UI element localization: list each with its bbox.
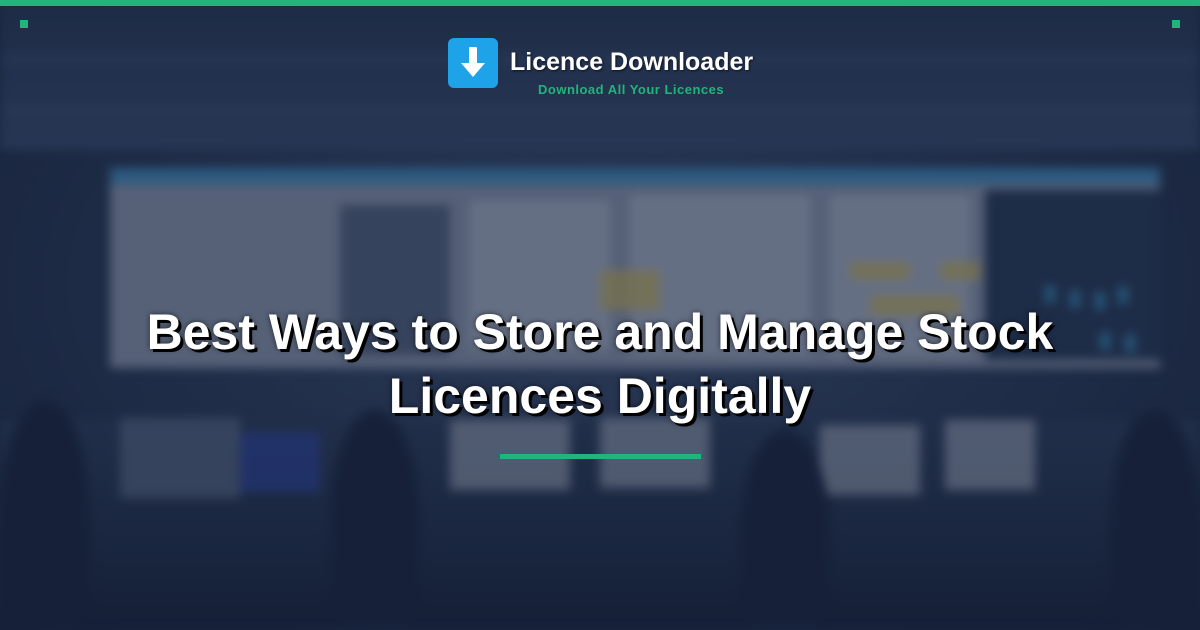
page-title: Best Ways to Store and Manage Stock Lice… <box>100 300 1100 428</box>
corner-dot-right <box>1172 20 1180 28</box>
top-accent-bar <box>0 0 1200 6</box>
brand-name: Licence Downloader <box>510 48 754 76</box>
download-arrow-icon <box>448 38 498 88</box>
title-line-2: Licences Digitally <box>388 368 812 424</box>
title-underline <box>500 454 701 459</box>
brand-tagline: Download All Your Licences <box>538 82 725 97</box>
corner-dot-left <box>20 20 28 28</box>
title-line-1: Best Ways to Store and Manage Stock <box>146 304 1054 360</box>
hero-banner: Licence Downloader Download All Your Lic… <box>0 0 1200 630</box>
